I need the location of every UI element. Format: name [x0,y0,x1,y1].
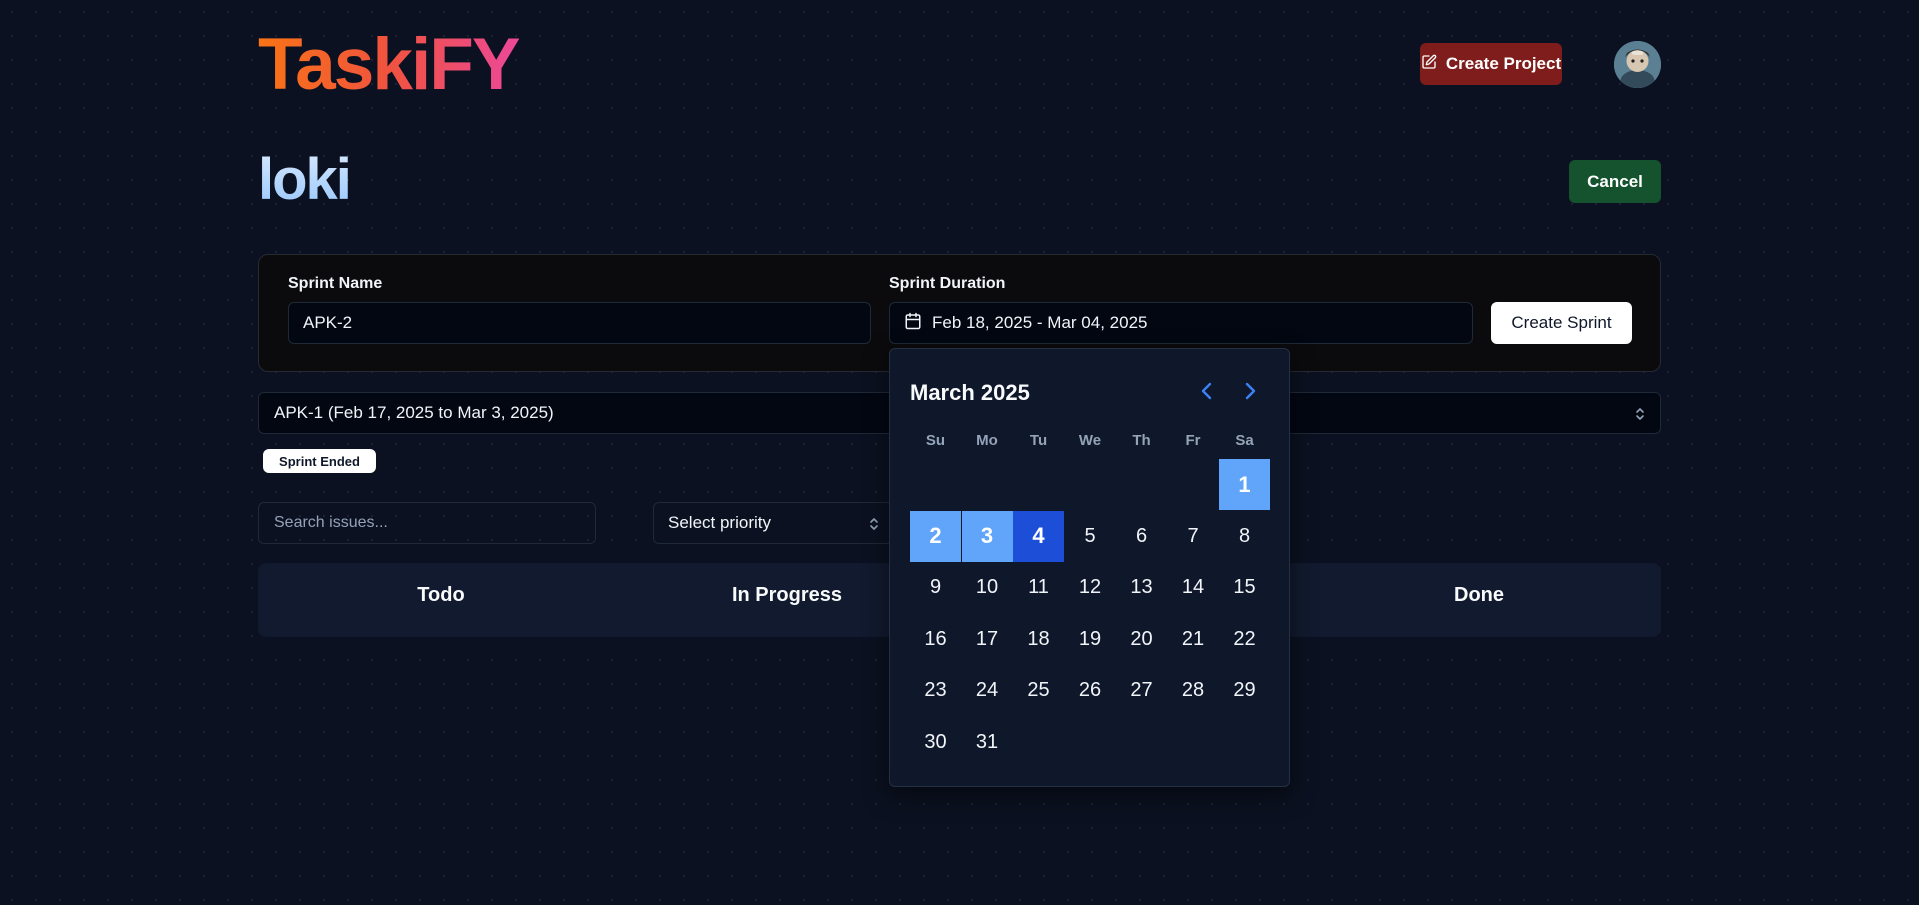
calendar-day[interactable]: 21 [1168,614,1219,665]
priority-select-value: Select priority [668,513,771,532]
calendar-day[interactable]: 12 [1065,562,1116,613]
prev-month-button[interactable] [1194,380,1220,406]
calendar-day[interactable]: 7 [1168,511,1219,562]
column-title-todo: Todo [417,584,465,606]
chevron-up-down-icon [868,516,880,537]
calendar-day[interactable]: 22 [1219,614,1270,665]
create-project-button[interactable]: Create Project [1420,43,1562,85]
calendar-day[interactable]: 14 [1168,562,1219,613]
priority-select[interactable]: Select priority [653,502,893,544]
calendar-day[interactable]: 9 [910,562,961,613]
column-title-in-progress: In Progress [731,584,843,606]
calendar-day[interactable]: 18 [1013,614,1064,665]
status-badge: Sprint Ended [263,449,376,473]
calendar-day[interactable]: 13 [1116,562,1167,613]
sprint-name-label: Sprint Name [288,275,383,292]
next-month-button[interactable] [1237,380,1263,406]
weekday-header: Mo [976,432,998,449]
calendar-day[interactable]: 25 [1013,665,1064,716]
sprint-duration-picker[interactable]: Feb 18, 2025 - Mar 04, 2025 [889,302,1473,344]
calendar-day[interactable]: 11 [1013,562,1064,613]
calendar-day[interactable]: 3 [961,510,1013,562]
weekday-header: Tu [1029,432,1048,449]
avatar[interactable] [1614,41,1661,88]
calendar-day[interactable]: 8 [1219,511,1270,562]
calendar-day[interactable]: 31 [962,717,1013,768]
calendar-day[interactable]: 10 [962,562,1013,613]
calendar-day[interactable]: 15 [1219,562,1270,613]
calendar-day[interactable]: 26 [1065,665,1116,716]
calendar-day[interactable]: 28 [1168,665,1219,716]
chevron-right-icon [1243,382,1257,405]
cancel-button[interactable]: Cancel [1569,160,1661,203]
calendar-day[interactable]: 17 [962,614,1013,665]
sprint-name-value: APK-2 [303,313,353,332]
app-logo: TaskiFY [258,20,521,110]
chevron-up-down-icon [1634,406,1646,427]
chevron-left-icon [1200,382,1214,405]
calendar-day[interactable]: 16 [910,614,961,665]
calendar-day[interactable]: 1 [1219,459,1270,510]
calendar-day[interactable]: 2 [910,510,961,562]
calendar-day[interactable]: 5 [1065,511,1116,562]
sprint-select-value: APK-1 (Feb 17, 2025 to Mar 3, 2025) [274,403,554,422]
calendar-day[interactable]: 29 [1219,665,1270,716]
calendar-day[interactable]: 19 [1065,614,1116,665]
sprint-name-input[interactable]: APK-2 [288,302,871,344]
column-title-done: Done [1454,584,1504,606]
weekday-header: Fr [1185,432,1201,449]
weekday-header: We [1078,432,1102,449]
sprint-duration-value: Feb 18, 2025 - Mar 04, 2025 [932,313,1148,332]
project-title: loki [258,145,352,215]
weekday-header: Sa [1235,432,1254,449]
calendar-day[interactable]: 6 [1116,511,1167,562]
calendar-day[interactable]: 30 [910,717,961,768]
calendar-day[interactable]: 27 [1116,665,1167,716]
sprint-duration-label: Sprint Duration [889,275,1006,292]
calendar-day[interactable]: 23 [910,665,961,716]
calendar-month-label: March 2025 [910,380,1030,405]
calendar-day[interactable]: 24 [962,665,1013,716]
weekday-header: Su [925,432,946,449]
search-input[interactable] [258,502,596,544]
calendar-day[interactable]: 20 [1116,614,1167,665]
create-project-label: Create Project [1445,54,1562,73]
create-sprint-button[interactable]: Create Sprint [1491,302,1632,344]
calendar-icon [904,312,922,335]
calendar-day[interactable]: 4 [1013,510,1064,562]
weekday-header: Th [1132,432,1151,449]
edit-icon [1421,54,1437,75]
